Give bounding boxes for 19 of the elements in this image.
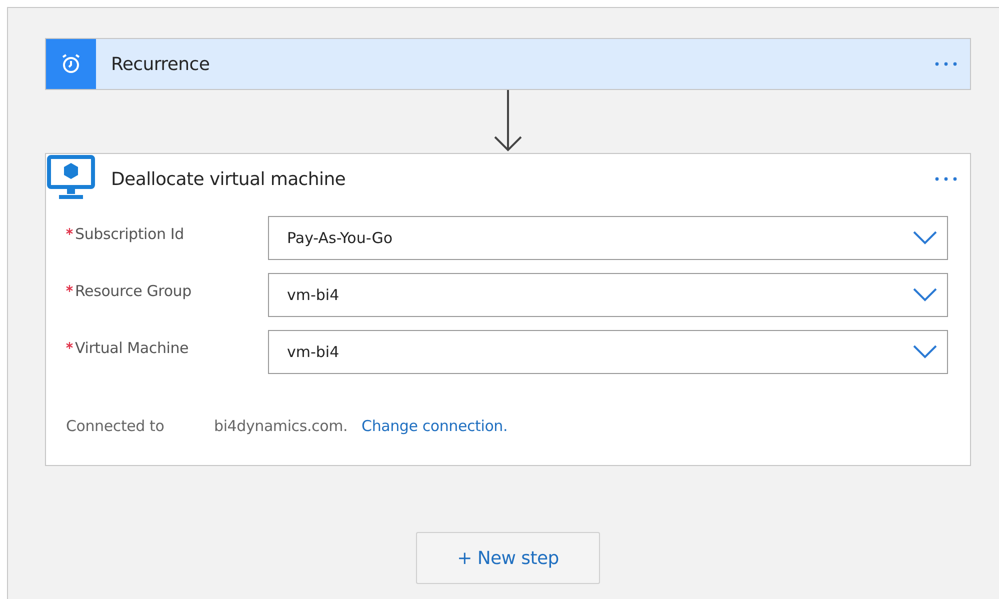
chevron-down-icon xyxy=(913,345,937,359)
change-connection-link[interactable]: Change connection. xyxy=(362,417,508,435)
connection-account: bi4dynamics.com. xyxy=(214,417,348,435)
connection-label: Connected to xyxy=(66,417,166,435)
trigger-title: Recurrence xyxy=(111,54,211,74)
down-arrow xyxy=(492,90,524,153)
chevron-down-icon xyxy=(913,231,937,245)
dropdown-field[interactable]: Pay-As-You-Go xyxy=(268,216,948,260)
alarm-clock-icon xyxy=(46,39,96,89)
more-icon[interactable] xyxy=(934,176,958,182)
chevron-down-icon xyxy=(913,288,937,302)
field-label: Virtual Machine xyxy=(66,330,268,357)
new-step-button[interactable]: + New step xyxy=(416,532,600,584)
dropdown-field[interactable]: vm-bi4 xyxy=(268,273,948,317)
dropdown-field[interactable]: vm-bi4 xyxy=(268,330,948,374)
field-label: Resource Group xyxy=(66,273,268,300)
action-title: Deallocate virtual machine xyxy=(111,168,347,190)
field-label: Subscription Id xyxy=(66,216,268,243)
more-icon[interactable] xyxy=(934,61,958,67)
